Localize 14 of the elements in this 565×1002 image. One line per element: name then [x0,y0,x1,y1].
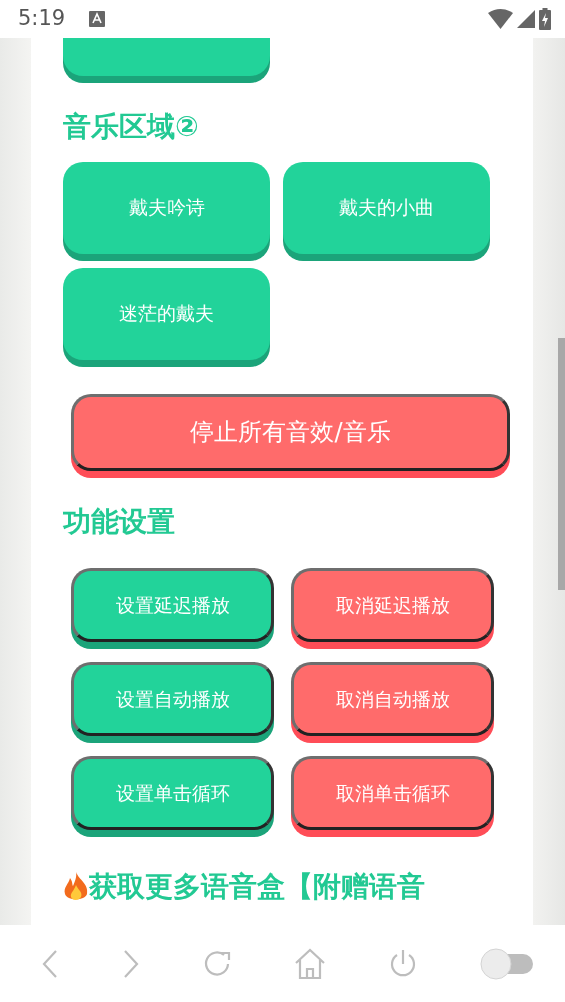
promo-heading: 获取更多语音盒【附赠语音 [89,870,425,904]
toggle-switch[interactable] [478,946,535,981]
fire-icon [63,872,89,902]
status-time: 5:19 [18,5,66,33]
scrollbar[interactable] [558,338,565,590]
home-icon[interactable] [294,947,327,980]
wifi-icon [488,9,513,29]
battery-icon [539,8,551,30]
section-title: 音乐区域② [63,110,200,144]
reload-icon[interactable] [202,948,233,979]
signal-icon [517,10,535,28]
back-icon[interactable] [40,948,60,979]
section-title: 功能设置 [63,504,176,539]
keyboard-icon [89,11,106,27]
